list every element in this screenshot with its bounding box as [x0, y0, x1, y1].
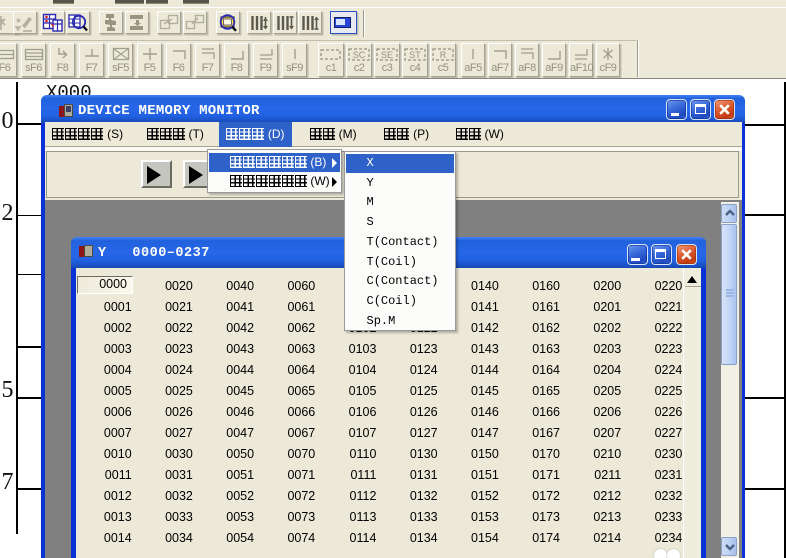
svg-text:SC: SC [353, 50, 366, 60]
svg-text:SE: SE [381, 50, 393, 60]
svg-text:ST: ST [409, 50, 421, 60]
svg-text:R: R [440, 50, 447, 60]
